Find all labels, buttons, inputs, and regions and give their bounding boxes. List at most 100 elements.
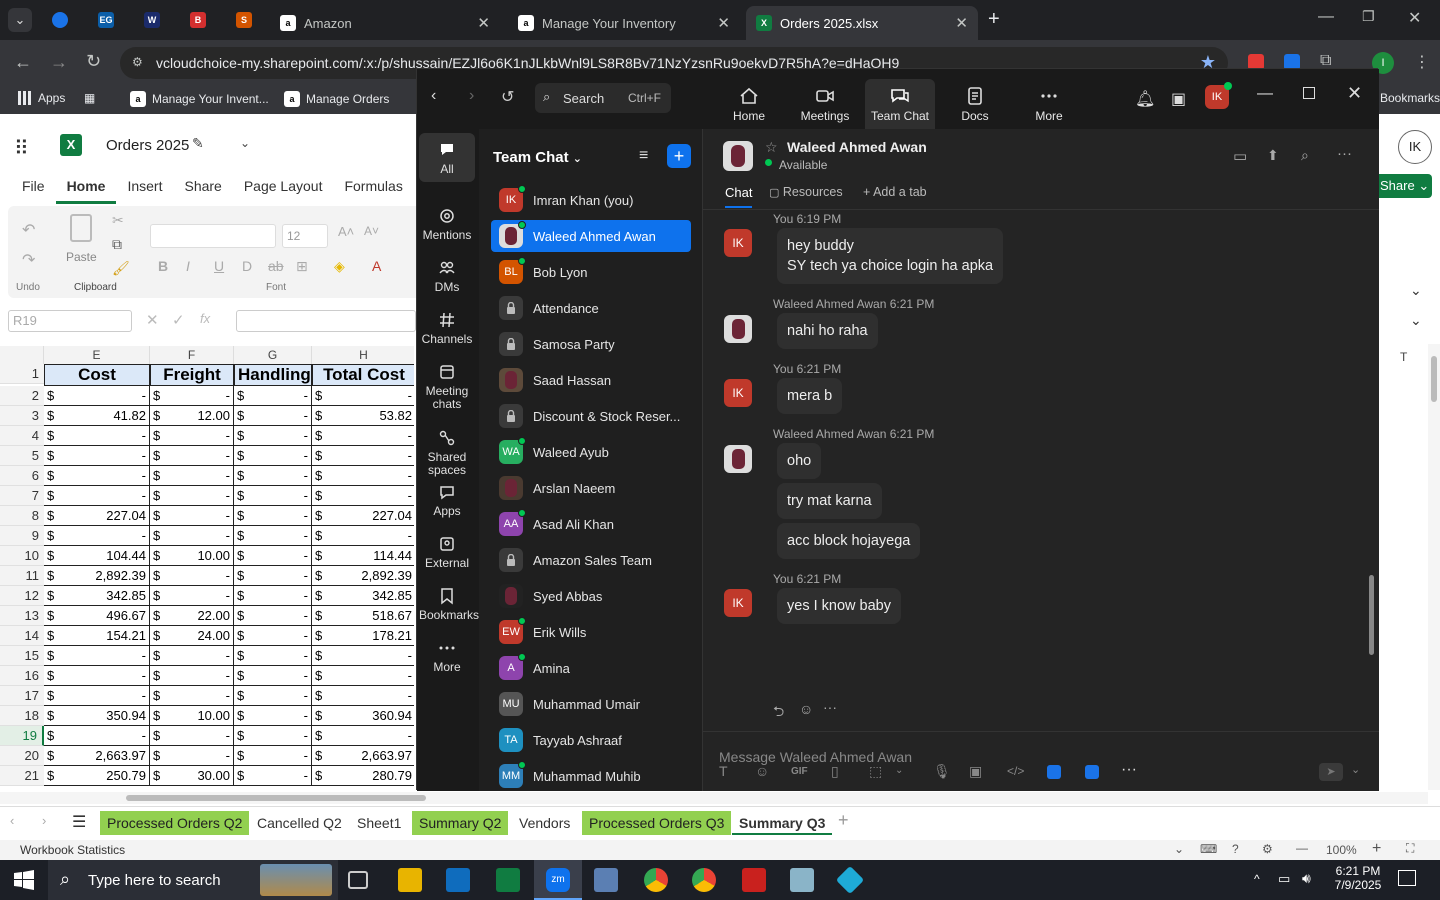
sidebar-item-external[interactable]: External	[419, 527, 475, 576]
zoom-nav-team-chat[interactable]: Team Chat	[865, 79, 935, 129]
table-cell[interactable]: $ -	[234, 406, 312, 426]
outlook-icon[interactable]	[446, 868, 470, 892]
restore-window-button[interactable]: ❐	[1362, 8, 1375, 25]
redo-icon[interactable]: ↷	[22, 250, 35, 270]
all-sheets-icon[interactable]: ☰	[72, 812, 86, 832]
zoom-in-icon[interactable]: +	[1372, 840, 1381, 858]
name-box[interactable]: R19	[8, 310, 132, 332]
sender-avatar[interactable]	[724, 315, 752, 343]
add-sheet-button[interactable]: +	[838, 810, 849, 831]
table-cell[interactable]: $360.94	[312, 706, 414, 726]
table-cell[interactable]: $2,663.97	[44, 746, 150, 766]
table-cell[interactable]: $ -	[234, 686, 312, 706]
table-header-cell[interactable]: Total Cost	[312, 364, 414, 386]
chat-list-item[interactable]: A Amina	[491, 652, 691, 684]
table-cell[interactable]: $2,663.97	[312, 746, 414, 766]
notifications-bell-icon[interactable]: 🔔︎	[1135, 89, 1155, 109]
sidebar-item-shared-spaces[interactable]: Shared spaces	[419, 421, 475, 483]
screenshot-dropdown-icon[interactable]: ⌄	[895, 765, 903, 776]
table-cell[interactable]: $ -	[312, 466, 414, 486]
maximize-window-button[interactable]	[1303, 87, 1315, 99]
table-cell[interactable]: $30.00	[150, 766, 234, 786]
table-cell[interactable]: $350.94	[44, 706, 150, 726]
table-cell[interactable]: $2,892.39	[312, 566, 414, 586]
table-cell[interactable]: $41.82	[44, 406, 150, 426]
table-cell[interactable]: $ -	[234, 666, 312, 686]
back-arrow-icon[interactable]: ←	[14, 52, 32, 73]
table-cell[interactable]: $10.00	[150, 706, 234, 726]
row-header[interactable]: 9	[0, 526, 44, 546]
message-bubble[interactable]: oho	[777, 443, 822, 479]
pinned-tab-icon[interactable]: W	[144, 12, 160, 28]
row-header[interactable]: 8	[0, 506, 44, 526]
message-more-icon[interactable]: ···	[823, 699, 837, 715]
reply-thread-icon[interactable]: ⮌	[773, 701, 784, 725]
calendar-icon[interactable]: ▣	[1171, 89, 1186, 109]
table-cell[interactable]: $ -	[312, 666, 414, 686]
chat-list-item[interactable]: TA Tayyab Ashraaf	[491, 724, 691, 756]
zoom-search-field[interactable]: ⌕ Search Ctrl+F	[535, 83, 671, 113]
chat-list-item[interactable]: Syed Abbas	[491, 580, 691, 612]
table-cell[interactable]: $ -	[44, 646, 150, 666]
chat-list-item[interactable]: Samosa Party	[491, 328, 691, 360]
add-reaction-icon[interactable]: ☺	[799, 701, 813, 717]
code-snippet-icon[interactable]: </>	[1007, 764, 1024, 778]
zoom-out-icon[interactable]: —	[1296, 841, 1308, 855]
zoom-taskbar-button[interactable]: zm	[534, 860, 582, 900]
row-header[interactable]: 19	[0, 726, 44, 746]
sidebar-item-bookmarks[interactable]: Bookmarks	[419, 579, 479, 628]
table-cell[interactable]: $22.00	[150, 606, 234, 626]
table-cell[interactable]: $227.04	[312, 506, 414, 526]
sidebar-item-more[interactable]: More	[419, 631, 475, 680]
table-cell[interactable]: $178.21	[312, 626, 414, 646]
table-cell[interactable]: $ -	[234, 526, 312, 546]
contact-avatar[interactable]	[723, 141, 753, 171]
show-hidden-icons[interactable]: ^	[1254, 872, 1260, 886]
table-cell[interactable]: $ -	[150, 446, 234, 466]
zoom-app-icon[interactable]	[1085, 765, 1099, 779]
close-tab-icon[interactable]: ✕	[955, 14, 968, 32]
column-header[interactable]: H	[312, 346, 414, 364]
row-header[interactable]: 15	[0, 646, 44, 666]
row-header[interactable]: 1	[0, 364, 44, 384]
copy-icon[interactable]: ⧉	[112, 236, 122, 253]
table-cell[interactable]: $ -	[150, 746, 234, 766]
share-button[interactable]: Share ⌄	[1374, 174, 1432, 198]
sidebar-item-channels[interactable]: Channels	[419, 303, 475, 352]
table-cell[interactable]: $ -	[234, 446, 312, 466]
table-cell[interactable]: $ -	[150, 486, 234, 506]
row-header[interactable]: 12	[0, 586, 44, 606]
bookmark-manage-orders[interactable]: a Manage Orders	[284, 91, 389, 107]
table-cell[interactable]: $ -	[312, 686, 414, 706]
undo-icon[interactable]: ↶	[22, 220, 35, 240]
table-cell[interactable]: $ -	[312, 486, 414, 506]
chrome-menu-icon[interactable]: ⋮	[1414, 52, 1430, 72]
table-cell[interactable]: $ -	[44, 466, 150, 486]
minimize-window-button[interactable]: —	[1257, 85, 1273, 103]
pinned-tab-icon[interactable]: B	[190, 12, 206, 28]
table-cell[interactable]: $ -	[234, 566, 312, 586]
sidebar-item-apps[interactable]: Apps	[419, 475, 475, 524]
underline-icon[interactable]: U	[214, 258, 224, 274]
italic-icon[interactable]: I	[186, 258, 190, 274]
table-cell[interactable]: $ -	[44, 726, 150, 746]
table-cell[interactable]: $ -	[150, 506, 234, 526]
column-header[interactable]: E	[44, 346, 150, 364]
browser-tab[interactable]: a Amazon ✕	[270, 6, 500, 40]
chat-list-item[interactable]: Arslan Naeem	[491, 472, 691, 504]
chat-list-item[interactable]: Amazon Sales Team	[491, 544, 691, 576]
table-cell[interactable]: $342.85	[44, 586, 150, 606]
row-header[interactable]: 10	[0, 546, 44, 566]
pinned-tab-icon[interactable]	[52, 12, 68, 28]
row-header[interactable]: 14	[0, 626, 44, 646]
ribbon-tab-share[interactable]: Share	[173, 174, 232, 204]
table-cell[interactable]: $ -	[44, 426, 150, 446]
close-window-button[interactable]: ✕	[1408, 8, 1421, 28]
table-cell[interactable]: $ -	[234, 486, 312, 506]
sheet-tab[interactable]: Processed Orders Q2	[100, 811, 250, 835]
table-cell[interactable]: $ -	[150, 686, 234, 706]
workbook-statistics[interactable]: Workbook Statistics	[20, 843, 125, 857]
table-cell[interactable]: $ -	[312, 526, 414, 546]
minimize-window-button[interactable]: —	[1318, 8, 1334, 26]
filter-icon[interactable]: ≡	[639, 147, 648, 165]
